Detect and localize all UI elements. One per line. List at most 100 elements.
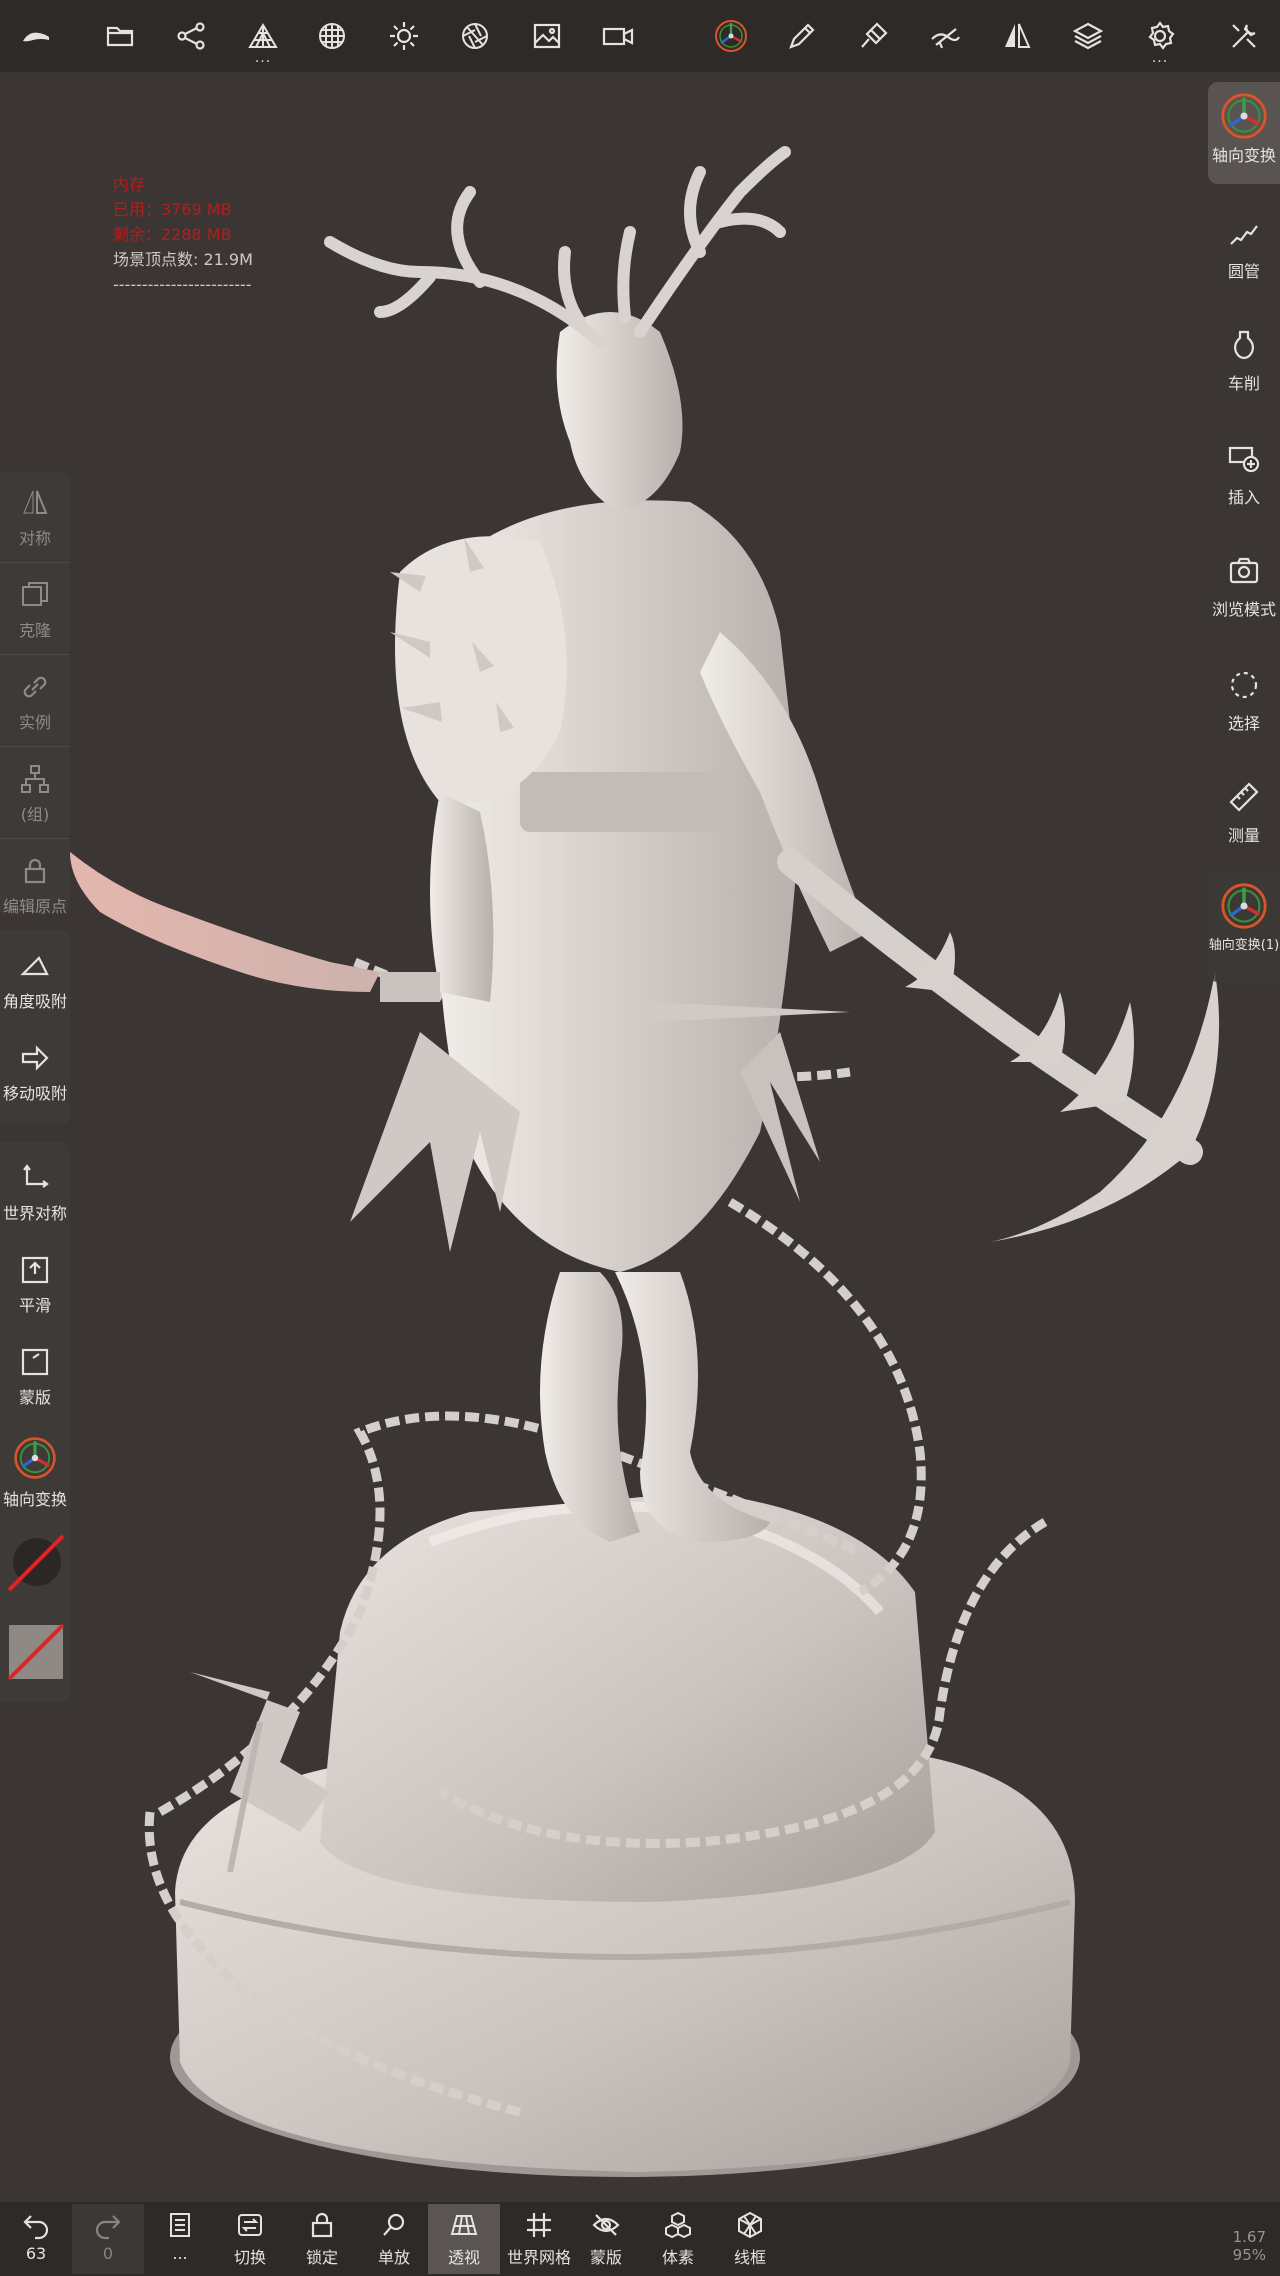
browse-mode-label: 浏览模式 (1211, 600, 1276, 619)
topology-more: ... (254, 50, 272, 66)
image-icon[interactable] (521, 10, 573, 62)
search-icon (383, 2213, 405, 2236)
gizmo-icon (14, 1437, 56, 1479)
lock-label: 锁定 (305, 2248, 338, 2267)
zoom-line-2: 95% (1232, 2246, 1266, 2264)
eye-slash-icon (592, 2214, 620, 2236)
angle-snap-button[interactable]: 角度吸附 (0, 938, 70, 1024)
single-label: 单放 (377, 2248, 410, 2267)
topology-icon[interactable]: ... (237, 10, 289, 66)
mask-button[interactable]: 蒙版 (0, 1334, 70, 1420)
share-nodes-icon[interactable] (165, 10, 217, 62)
axis-transform-label: 轴向变换 (1211, 146, 1276, 165)
undo-icon (23, 2215, 49, 2240)
axis-icon (23, 1164, 49, 1188)
instance-button[interactable]: 实例 (0, 662, 70, 742)
sun-icon[interactable] (378, 10, 430, 62)
move-snap-button[interactable]: 移动吸附 (0, 1030, 70, 1116)
instance-label: 实例 (18, 713, 51, 732)
edit-origin-button[interactable]: 编辑原点 (0, 846, 70, 926)
mask-visibility-button[interactable]: 蒙版 (570, 2204, 642, 2274)
cubes-icon (665, 2211, 691, 2239)
lock-icon (311, 2212, 333, 2238)
3d-viewport[interactable]: 内存 已用：3769 MB 剩余：2288 MB 场景顶点数: 21.9M --… (0, 72, 1280, 2202)
curve-icon (1230, 225, 1258, 245)
axis-transform-left-label: 轴向变换 (2, 1490, 67, 1509)
clone-button[interactable]: 克隆 (0, 570, 70, 650)
switch-icon (238, 2214, 262, 2236)
move-snap-label: 移动吸附 (2, 1084, 67, 1103)
lathe-label: 车削 (1227, 374, 1260, 393)
select-label: 选择 (1227, 714, 1260, 733)
redo-icon (95, 2215, 121, 2240)
smooth-button[interactable]: 平滑 (0, 1242, 70, 1328)
angle-snap-label: 角度吸附 (2, 992, 67, 1011)
pen-icon[interactable] (776, 10, 828, 62)
wireframe-label: 线框 (733, 2248, 766, 2267)
symmetry-label: 对称 (18, 529, 51, 548)
gear-icon[interactable]: ... (1134, 10, 1186, 66)
measure-button[interactable]: 测量 (1208, 780, 1280, 846)
sphere-swatch-icon (7, 1534, 65, 1592)
mirror-icon[interactable] (991, 10, 1043, 62)
world-symmetry-button[interactable]: 世界对称 (0, 1150, 70, 1236)
lock-icon (24, 858, 46, 884)
paint-brush-icon[interactable] (848, 10, 900, 62)
video-icon[interactable] (592, 10, 644, 62)
lock-button[interactable]: 锁定 (286, 2204, 358, 2274)
grid-icon (527, 2213, 551, 2237)
zoom-readout: 1.67 95% (1233, 2228, 1266, 2264)
top-toolbar: ... ... (0, 0, 1280, 72)
wireframe-icon (738, 2211, 762, 2239)
aperture-icon[interactable] (449, 10, 501, 62)
memory-title: 内存 (113, 175, 146, 194)
clone-icon (22, 582, 48, 606)
perspective-button[interactable]: 透视 (428, 2204, 500, 2274)
memory-used: 已用：3769 MB (113, 200, 232, 219)
tube-label: 圆管 (1227, 262, 1260, 281)
tools-icon[interactable] (1218, 10, 1270, 62)
switch-label: 切换 (233, 2248, 266, 2267)
redo-button[interactable]: 0 (72, 2204, 144, 2274)
insert-shape-icon (1228, 446, 1260, 473)
voxel-button[interactable]: 体素 (642, 2204, 714, 2274)
insert-button[interactable]: 插入 (1208, 442, 1280, 508)
logo-icon[interactable] (10, 10, 62, 62)
world-grid-button[interactable]: 世界网格 (500, 2204, 578, 2274)
gizmo-icon[interactable] (705, 10, 757, 62)
single-button[interactable]: 单放 (358, 2204, 430, 2274)
group-button[interactable]: (组) (0, 754, 70, 834)
stroke-icon[interactable] (919, 10, 971, 62)
browse-mode-button[interactable]: 浏览模式 (1208, 554, 1280, 620)
axis-transform-1-button[interactable]: 轴向变换(1) (1208, 882, 1280, 953)
link-icon (23, 676, 47, 698)
history-button[interactable]: ... (144, 2204, 216, 2274)
axis-transform-1-label: 轴向变换(1) (1208, 938, 1280, 953)
memory-free: 剩余：2288 MB (113, 225, 232, 244)
undo-button[interactable]: 63 (0, 2204, 72, 2274)
material-swatch-icon (7, 1623, 65, 1681)
gizmo-icon (1221, 93, 1267, 139)
lathe-button[interactable]: 车削 (1208, 328, 1280, 394)
layers-icon[interactable] (1062, 10, 1114, 62)
symmetry-button[interactable]: 对称 (0, 478, 70, 558)
select-button[interactable]: 选择 (1208, 668, 1280, 734)
axis-transform-button[interactable]: 轴向变换 (1208, 92, 1280, 166)
perspective-icon (450, 2215, 478, 2235)
switch-button[interactable]: 切换 (214, 2204, 286, 2274)
sphere-grid-icon[interactable] (306, 10, 358, 62)
wireframe-button[interactable]: 线框 (714, 2204, 786, 2274)
camera-icon (1229, 557, 1259, 584)
ruler-icon (1229, 782, 1259, 812)
material-swatch[interactable] (0, 1606, 70, 1696)
redo-count: 0 (102, 2244, 114, 2263)
axis-transform-left-button[interactable]: 轴向变换 (0, 1428, 70, 1518)
gizmo-icon (1221, 883, 1267, 929)
folder-icon[interactable] (94, 10, 146, 62)
brush-color-swatch[interactable] (0, 1526, 70, 1598)
tube-button[interactable]: 圆管 (1208, 216, 1280, 282)
settings-more: ... (1151, 50, 1169, 66)
scene-vertex-count: 场景顶点数: 21.9M (113, 250, 253, 269)
sculpt-model-render (70, 146, 1220, 2177)
smooth-label: 平滑 (18, 1296, 51, 1315)
